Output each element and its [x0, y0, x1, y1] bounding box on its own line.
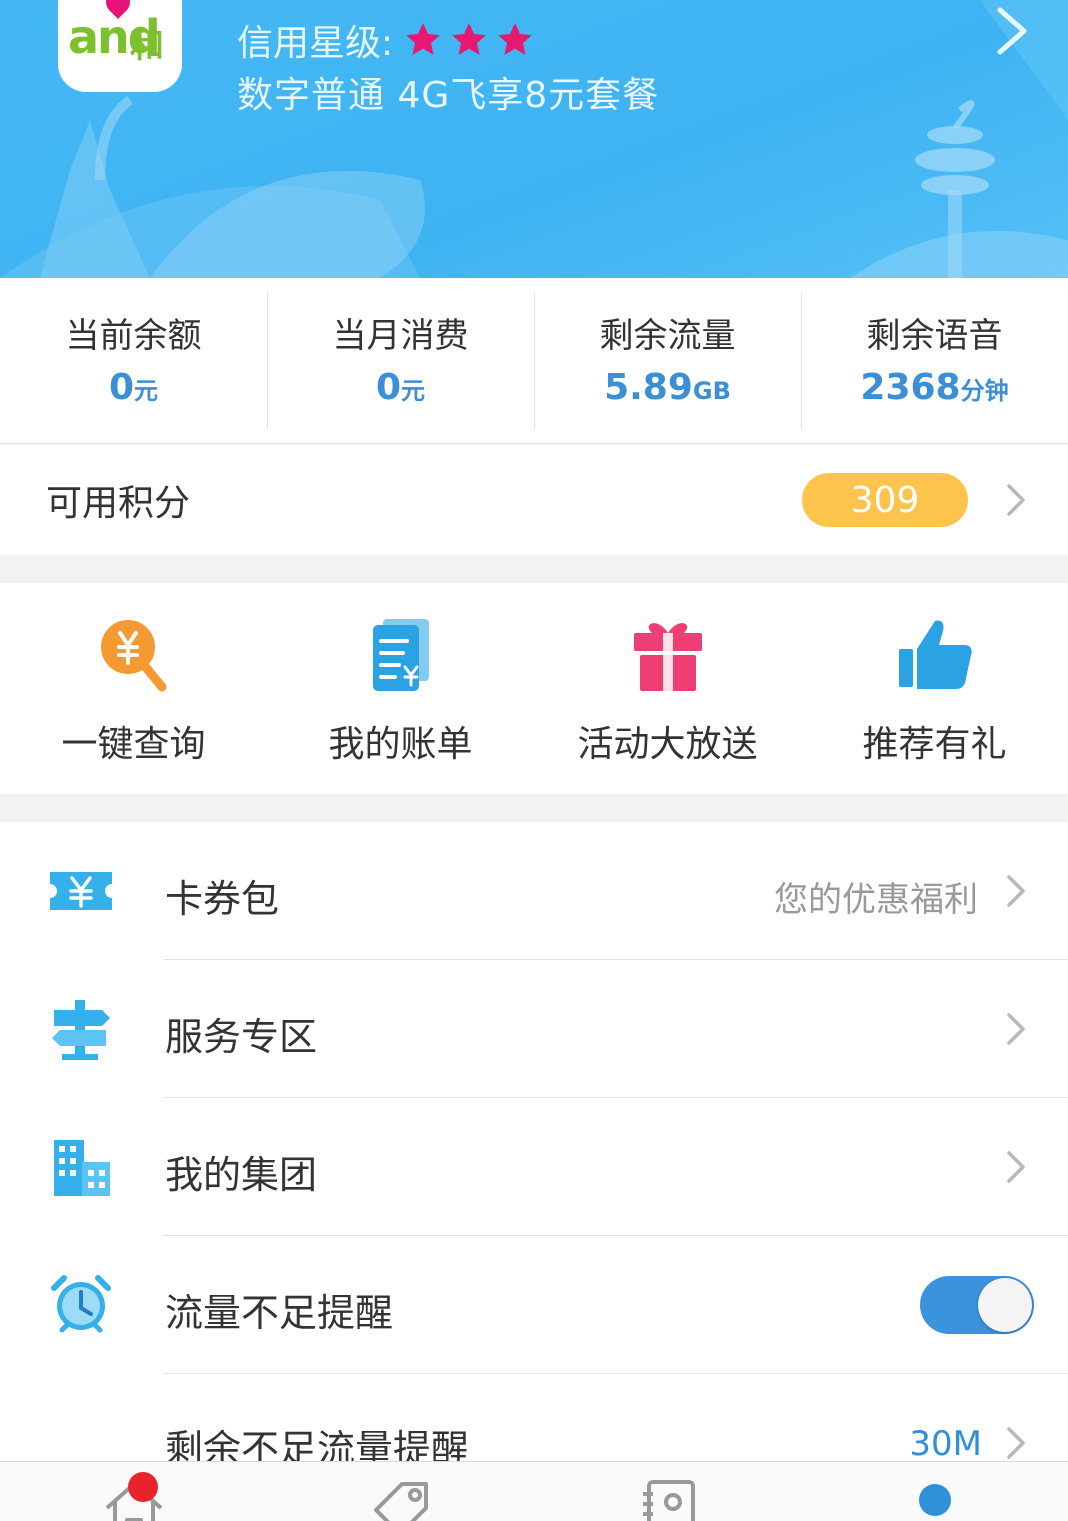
- nav-contacts[interactable]: [534, 1462, 801, 1521]
- star-icon: [498, 23, 532, 55]
- quick-action-referral[interactable]: 推荐有礼: [801, 583, 1068, 794]
- chevron-right-icon: [1007, 1013, 1025, 1045]
- stat-value: 2368分钟: [860, 367, 1008, 408]
- stat-remaining-voice[interactable]: 剩余语音 2368分钟: [801, 278, 1068, 443]
- stat-unit: 元: [134, 376, 159, 405]
- contacts-icon: [642, 1480, 695, 1521]
- points-row[interactable]: 可用积分 309: [0, 445, 1068, 555]
- menu-label: 卡券包: [165, 877, 280, 921]
- account-stats: 当前余额 0元 当月消费 0元 剩余流量 5.89GB 剩余语音 2368分钟: [0, 278, 1068, 444]
- points-label: 可用积分: [46, 483, 191, 524]
- credit-rating: 信用星级:: [237, 14, 541, 66]
- bill-icon: [372, 619, 429, 691]
- menu-label: 我的集团: [165, 1153, 318, 1197]
- stat-value: 0元: [376, 367, 425, 408]
- menu-item-group[interactable]: 我的集团: [0, 1098, 1068, 1236]
- stat-number: 0: [375, 366, 402, 408]
- points-badge: 309: [802, 473, 968, 527]
- credit-stars: [403, 20, 541, 60]
- quick-action-label: 推荐有礼: [862, 724, 1007, 765]
- stat-monthly-spend[interactable]: 当月消费 0元: [267, 278, 534, 443]
- stat-value: 0元: [109, 367, 158, 408]
- stat-number: 0: [108, 366, 135, 408]
- menu-label: 流量不足提醒: [165, 1291, 394, 1335]
- logo-he: 和: [130, 26, 164, 66]
- stat-number: 2368: [860, 366, 961, 408]
- stat-value: 5.89GB: [604, 367, 731, 408]
- quick-action-label: 活动大放送: [577, 724, 758, 765]
- account-header[interactable]: and 和 信用星级: 数字普通 4G飞享8元套餐: [0, 0, 1068, 278]
- menu-item-coupons[interactable]: 卡券包 您的优惠福利: [0, 822, 1068, 960]
- menu-hint: 您的优惠福利: [774, 880, 978, 920]
- data-alert-toggle[interactable]: [920, 1276, 1034, 1334]
- nav-profile[interactable]: [801, 1462, 1068, 1521]
- gift-icon: [633, 623, 702, 691]
- stat-number: 5.89: [604, 366, 693, 408]
- chevron-right-icon: [1007, 1427, 1025, 1459]
- menu-item-service[interactable]: 服务专区: [0, 960, 1068, 1098]
- plan-name: 数字普通 4G飞享8元套餐: [237, 75, 660, 116]
- tag-icon: [373, 1482, 428, 1521]
- stat-balance[interactable]: 当前余额 0元: [0, 278, 267, 443]
- quick-action-query[interactable]: 一键查询: [0, 583, 267, 794]
- stat-label: 剩余语音: [866, 315, 1003, 356]
- bottom-navigation: [0, 1461, 1068, 1521]
- chevron-right-icon[interactable]: [996, 6, 1030, 56]
- stat-unit: 分钟: [960, 376, 1009, 405]
- menu-item-data-alert: 流量不足提醒: [0, 1236, 1068, 1374]
- coupon-icon: [50, 872, 112, 910]
- alarm-clock-icon: [51, 1275, 111, 1333]
- quick-action-bill[interactable]: 我的账单: [267, 583, 534, 794]
- menu-value: 30M: [909, 1424, 982, 1461]
- star-icon: [406, 23, 440, 55]
- profile-icon: [918, 1484, 951, 1516]
- stat-label: 当月消费: [332, 315, 469, 356]
- building-icon: [54, 1140, 110, 1196]
- signpost-icon: [52, 1000, 110, 1060]
- notification-dot: [128, 1472, 158, 1502]
- quick-action-label: 我的账单: [328, 724, 473, 765]
- quick-action-label: 一键查询: [61, 724, 206, 765]
- stat-label: 当前余额: [65, 315, 202, 356]
- credit-label: 信用星级:: [237, 23, 394, 64]
- star-icon: [452, 23, 486, 55]
- thumbs-up-icon: [898, 620, 972, 689]
- chevron-right-icon: [1007, 875, 1025, 907]
- stat-label: 剩余流量: [599, 315, 736, 356]
- quick-actions: 一键查询 我的账单 活动大放送 推荐有礼: [0, 583, 1068, 794]
- menu-label: 服务专区: [165, 1015, 318, 1059]
- menu-list: 卡券包 您的优惠福利 服务专区 我的集团 流量不足提醒 剩余不足流量提醒 30M: [0, 822, 1068, 1461]
- stat-remaining-data[interactable]: 剩余流量 5.89GB: [534, 278, 801, 443]
- chevron-right-icon: [1007, 484, 1025, 516]
- menu-item-remaining-alert[interactable]: 剩余不足流量提醒 30M: [0, 1374, 1068, 1461]
- quick-action-promotions[interactable]: 活动大放送: [534, 583, 801, 794]
- stat-unit: GB: [692, 376, 731, 405]
- nav-offers[interactable]: [267, 1462, 534, 1521]
- chevron-right-icon: [1007, 1151, 1025, 1183]
- search-yen-icon: [100, 620, 166, 692]
- china-mobile-and-logo: and 和: [58, 0, 182, 92]
- toggle-knob: [978, 1278, 1032, 1332]
- menu-label: 剩余不足流量提醒: [165, 1427, 470, 1461]
- stat-unit: 元: [401, 376, 426, 405]
- nav-home[interactable]: [0, 1462, 267, 1521]
